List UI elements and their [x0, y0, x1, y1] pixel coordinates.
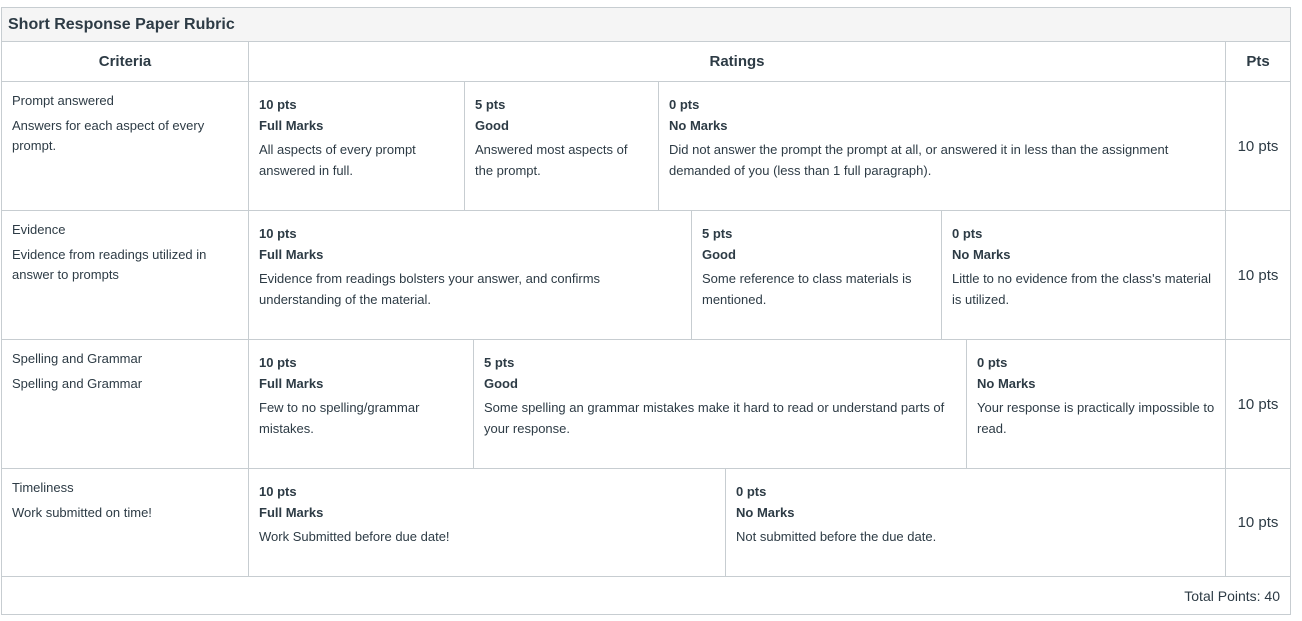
- rating-points: 0 pts: [669, 97, 700, 112]
- criterion-description: Spelling and Grammar: [12, 376, 143, 391]
- rating-points: 0 pts: [736, 484, 767, 499]
- rating-description: Some reference to class materials is men…: [702, 271, 912, 307]
- criterion-description: Answers for each aspect of every prompt.: [12, 118, 205, 153]
- criterion-cell: Evidence Evidence from readings utilized…: [2, 211, 249, 339]
- ratings-header: Ratings: [249, 42, 1226, 81]
- criterion-points: 10 pts: [1237, 514, 1279, 531]
- pts-header: Pts: [1246, 53, 1270, 70]
- criteria-header: Criteria: [2, 42, 249, 81]
- criterion-points: 10 pts: [1237, 395, 1279, 413]
- rating-name: Full Marks: [259, 505, 324, 520]
- criterion-description: Work submitted on time!: [12, 505, 152, 520]
- rating-description: Evidence from readings bolsters your ans…: [259, 271, 601, 307]
- header-row: Criteria Ratings Pts: [2, 42, 1290, 82]
- rating-cell: 10 pts Full Marks Evidence from readings…: [249, 211, 691, 339]
- rating-cell: 0 pts No Marks Your response is practica…: [966, 340, 1225, 468]
- total-points: Total Points: 40: [1184, 588, 1280, 604]
- rating-description: Answered most aspects of the prompt.: [475, 142, 628, 178]
- rating-cell: 0 pts No Marks Little to no evidence fro…: [941, 211, 1225, 339]
- rating-points: 10 pts: [259, 97, 297, 112]
- rating-cell: 10 pts Full Marks All aspects of every p…: [249, 82, 464, 210]
- rating-name: No Marks: [952, 247, 1011, 262]
- rating-name: No Marks: [669, 118, 728, 133]
- rating-description: Did not answer the prompt the prompt at …: [669, 142, 1169, 178]
- rating-name: Good: [475, 118, 509, 133]
- rating-name: No Marks: [977, 376, 1036, 391]
- criterion-title: Timeliness: [12, 480, 74, 495]
- rating-cell: 0 pts No Marks Not submitted before the …: [725, 469, 1225, 576]
- criterion-points: 10 pts: [1237, 137, 1279, 155]
- rating-points: 5 pts: [702, 226, 733, 241]
- rating-cell: 0 pts No Marks Did not answer the prompt…: [658, 82, 1225, 210]
- criterion-row-timeliness: Timeliness Work submitted on time! 10 pt…: [2, 469, 1290, 577]
- rating-cell: 10 pts Full Marks Work Submitted before …: [249, 469, 725, 576]
- rating-points: 10 pts: [259, 226, 297, 241]
- criterion-title: Spelling and Grammar: [12, 351, 143, 366]
- rating-points: 5 pts: [484, 355, 515, 370]
- criterion-cell: Timeliness Work submitted on time!: [2, 469, 249, 576]
- criterion-description: Evidence from readings utilized in answe…: [12, 247, 207, 282]
- rating-description: All aspects of every prompt answered in …: [259, 142, 416, 178]
- rating-description: Your response is practically impossible …: [977, 400, 1215, 436]
- rating-description: Work Submitted before due date!: [259, 529, 450, 544]
- rating-cell: 5 pts Good Some reference to class mater…: [691, 211, 941, 339]
- rating-name: Full Marks: [259, 376, 324, 391]
- rating-points: 10 pts: [259, 355, 297, 370]
- rubric-title: Short Response Paper Rubric: [2, 8, 1290, 42]
- criterion-row-spelling: Spelling and Grammar Spelling and Gramma…: [2, 340, 1290, 469]
- criterion-cell: Prompt answered Answers for each aspect …: [2, 82, 249, 210]
- rating-description: Little to no evidence from the class's m…: [952, 271, 1211, 307]
- rating-points: 5 pts: [475, 97, 506, 112]
- rating-name: Full Marks: [259, 118, 324, 133]
- ratings-group: 10 pts Full Marks Evidence from readings…: [249, 211, 1226, 339]
- rubric-table: Short Response Paper Rubric Criteria Rat…: [1, 7, 1291, 615]
- rating-name: Good: [484, 376, 518, 391]
- rating-description: Not submitted before the due date.: [736, 529, 937, 544]
- ratings-group: 10 pts Full Marks Work Submitted before …: [249, 469, 1226, 576]
- rating-cell: 5 pts Good Answered most aspects of the …: [464, 82, 658, 210]
- criterion-points: 10 pts: [1237, 266, 1279, 284]
- rating-points: 0 pts: [952, 226, 983, 241]
- criterion-title: Prompt answered: [12, 93, 114, 108]
- criterion-row-evidence: Evidence Evidence from readings utilized…: [2, 211, 1290, 340]
- rating-name: No Marks: [736, 505, 795, 520]
- rating-name: Full Marks: [259, 247, 324, 262]
- rating-cell: 5 pts Good Some spelling an grammar mist…: [473, 340, 966, 468]
- ratings-group: 10 pts Full Marks All aspects of every p…: [249, 82, 1226, 210]
- rating-points: 10 pts: [259, 484, 297, 499]
- rating-description: Some spelling an grammar mistakes make i…: [484, 400, 945, 436]
- criterion-row-prompt: Prompt answered Answers for each aspect …: [2, 82, 1290, 211]
- rating-points: 0 pts: [977, 355, 1008, 370]
- rating-description: Few to no spelling/grammar mistakes.: [259, 400, 420, 436]
- criterion-title: Evidence: [12, 222, 66, 237]
- rating-cell: 10 pts Full Marks Few to no spelling/gra…: [249, 340, 473, 468]
- ratings-group: 10 pts Full Marks Few to no spelling/gra…: [249, 340, 1226, 468]
- rating-name: Good: [702, 247, 736, 262]
- criterion-cell: Spelling and Grammar Spelling and Gramma…: [2, 340, 249, 468]
